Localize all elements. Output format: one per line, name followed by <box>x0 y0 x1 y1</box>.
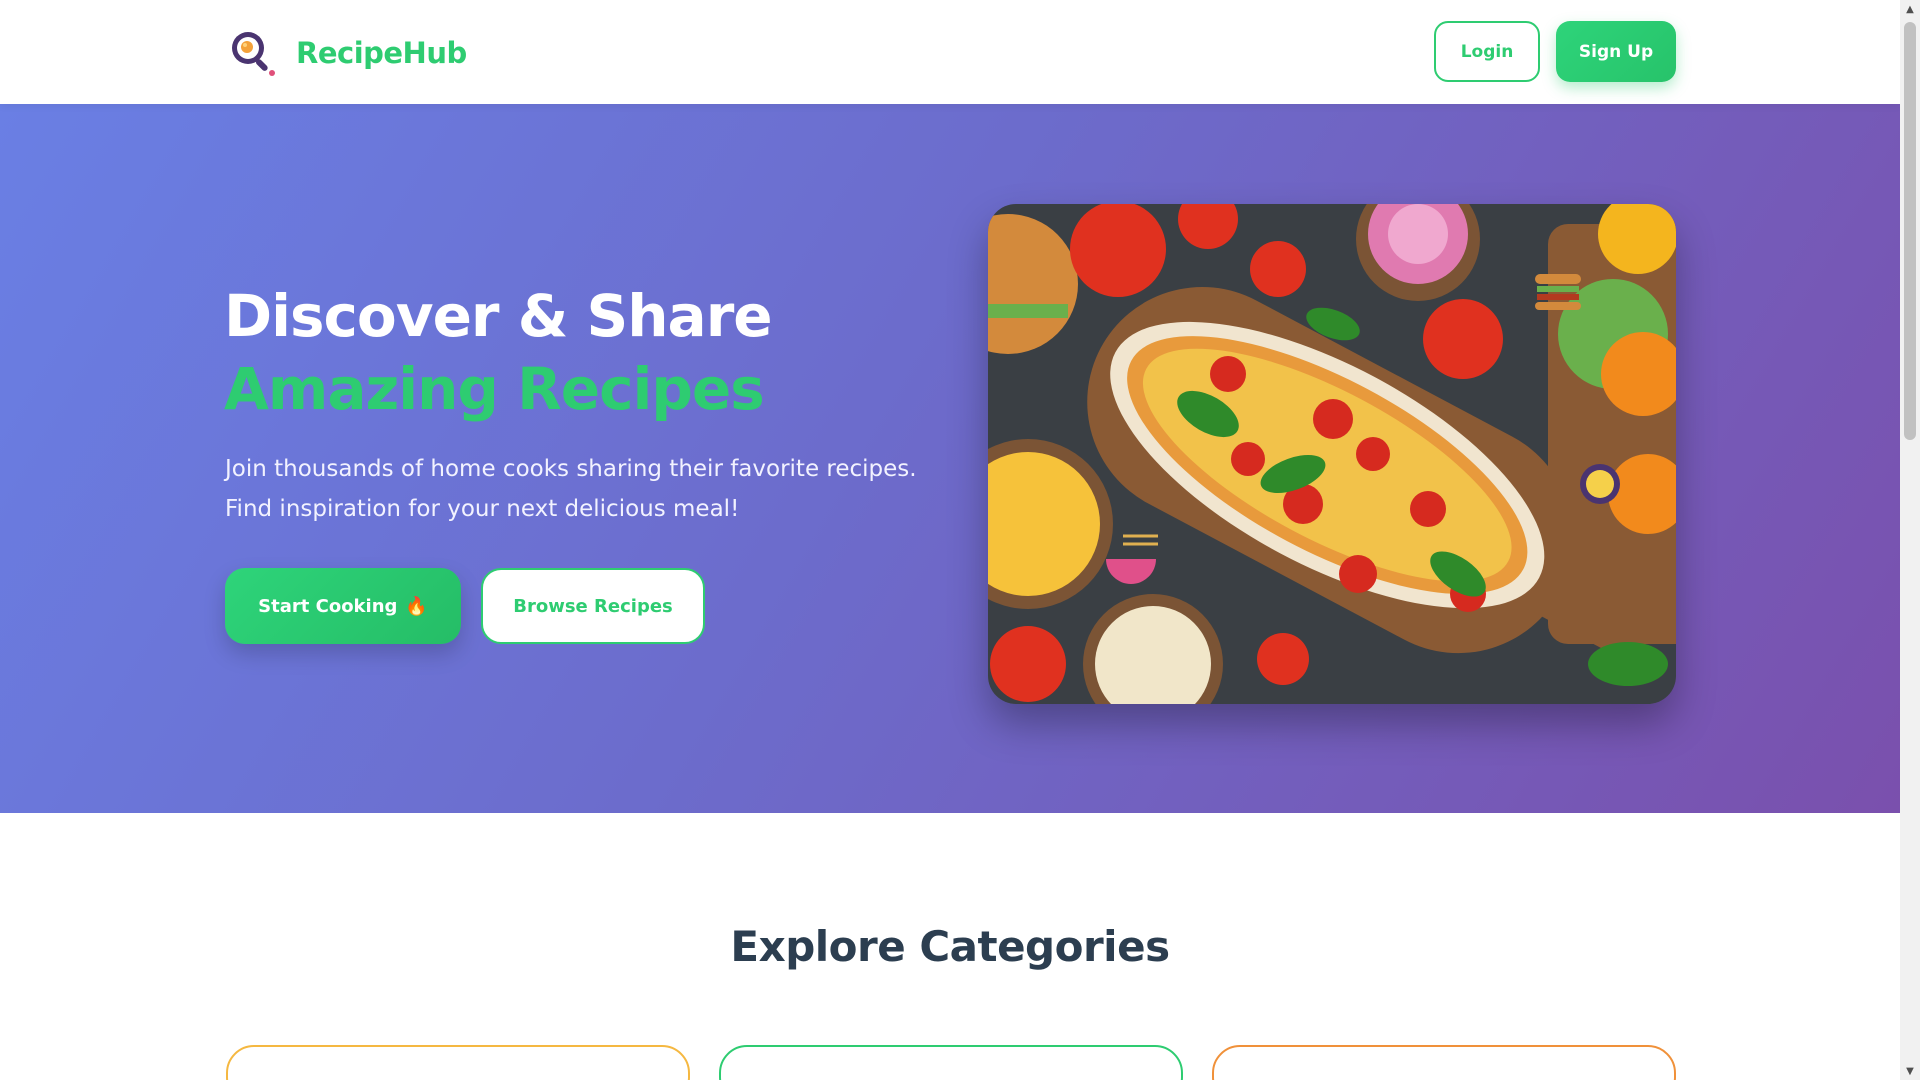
site-header: RecipeHub Login Sign Up <box>0 0 1900 104</box>
hero-title-line2: Amazing Recipes <box>224 355 765 423</box>
signup-button[interactable]: Sign Up <box>1556 21 1676 82</box>
browse-recipes-button[interactable]: Browse Recipes <box>481 568 705 644</box>
page: RecipeHub Login Sign Up Discover & Share… <box>0 0 1900 1080</box>
scroll-down-icon[interactable]: ▼ <box>1900 1062 1920 1080</box>
scroll-up-icon[interactable]: ▲ <box>1900 0 1920 18</box>
brand-name: RecipeHub <box>296 36 467 70</box>
vertical-scrollbar[interactable]: ▲ ▼ <box>1900 0 1920 1080</box>
category-card[interactable] <box>1212 1045 1676 1080</box>
category-card[interactable] <box>226 1045 690 1080</box>
hero-subtitle-line1: Join thousands of home cooks sharing the… <box>225 456 917 482</box>
categories-title: Explore Categories <box>730 922 1170 971</box>
hero-food-image <box>988 204 1676 704</box>
start-cooking-button[interactable]: Start Cooking 🔥 <box>225 568 461 644</box>
hero-title-line1: Discover & Share <box>224 282 773 350</box>
scrollbar-thumb[interactable] <box>1904 22 1916 440</box>
fire-icon: 🔥 <box>405 595 428 617</box>
category-card[interactable] <box>719 1045 1183 1080</box>
brand[interactable]: RecipeHub <box>228 28 467 78</box>
hero-section: Discover & Share Amazing Recipes Join th… <box>0 104 1900 813</box>
login-button[interactable]: Login <box>1434 21 1540 82</box>
start-cooking-label: Start Cooking <box>258 595 398 617</box>
hero-subtitle-line2: Find inspiration for your next delicious… <box>225 496 740 522</box>
hero-title: Discover & Share Amazing Recipes <box>224 280 773 426</box>
magnifier-egg-icon <box>228 28 278 78</box>
hero-subtitle: Join thousands of home cooks sharing the… <box>225 449 945 529</box>
